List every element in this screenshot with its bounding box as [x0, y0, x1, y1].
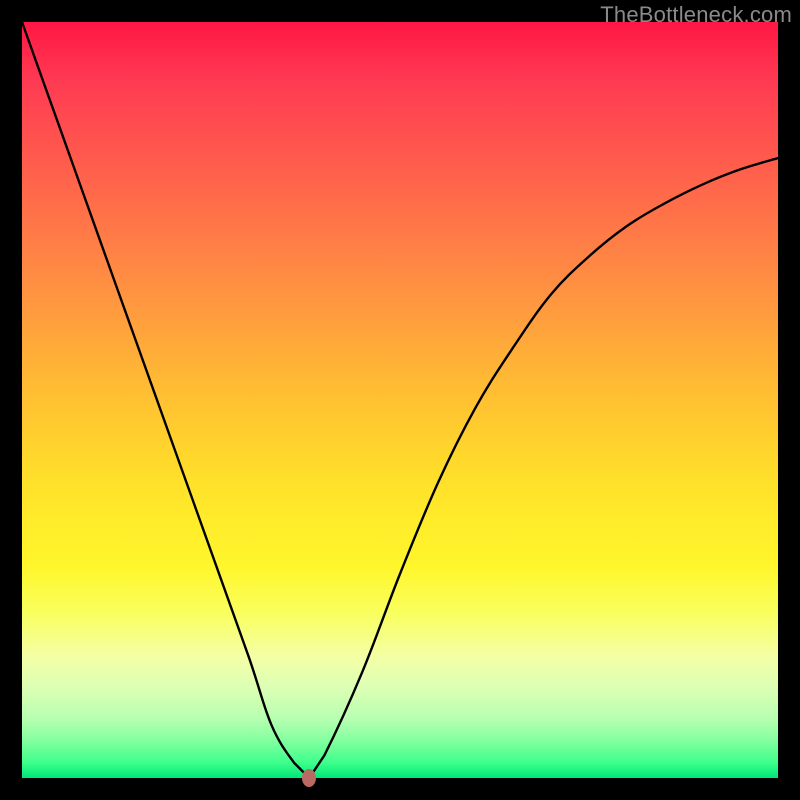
bottleneck-curve — [22, 22, 778, 778]
optimal-point-marker — [302, 769, 316, 787]
plot-area — [22, 22, 778, 778]
chart-frame: TheBottleneck.com — [0, 0, 800, 800]
